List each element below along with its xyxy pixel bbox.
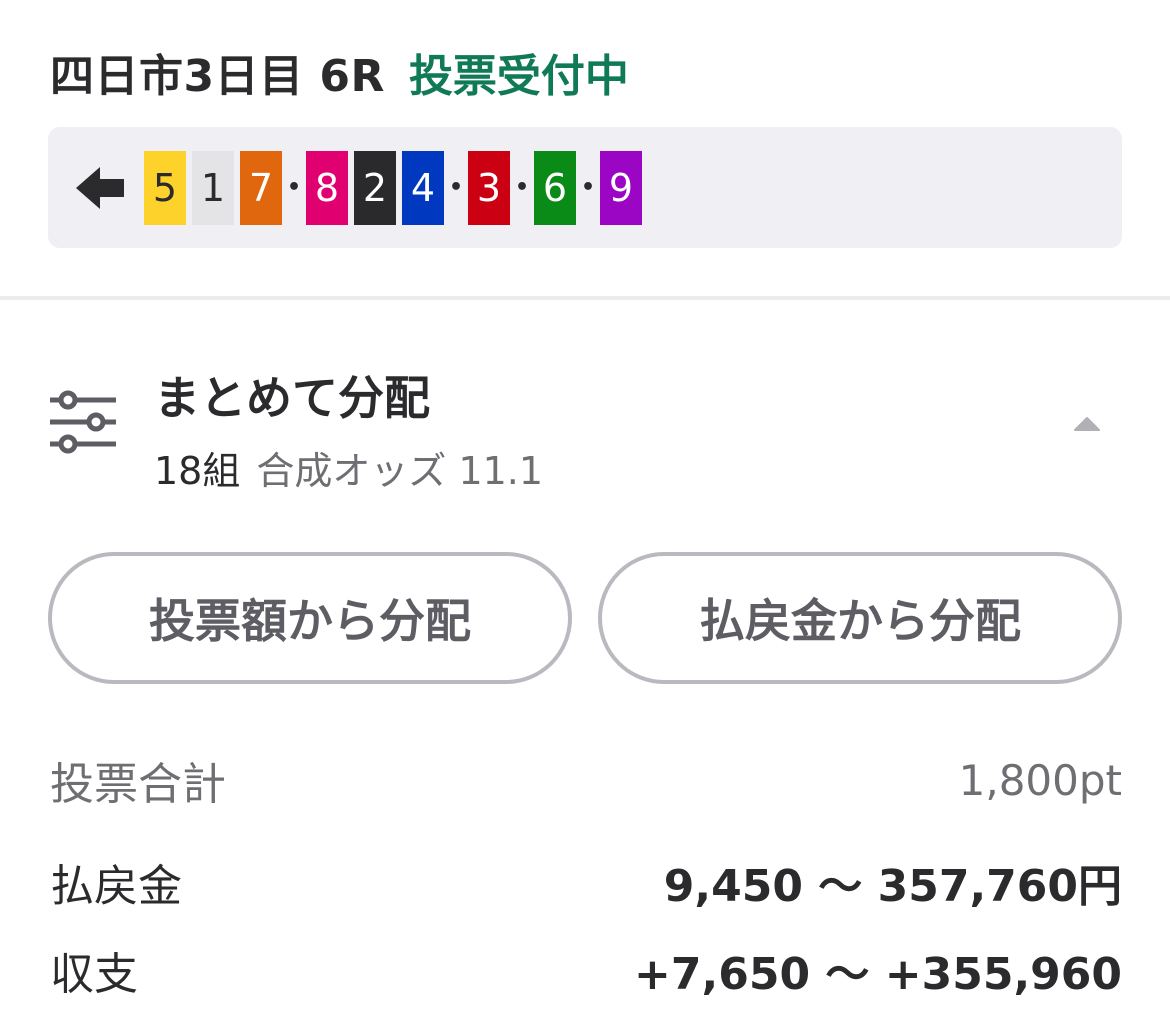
caret-up-icon[interactable] (1072, 414, 1102, 434)
profit-row: 収支 +7,650 〜 +355,960 (50, 938, 1122, 1002)
bike-number-chip: 1 (192, 150, 234, 225)
profit-value: +7,650 〜 +355,960 (634, 949, 1122, 1000)
bike-number-chip: 2 (354, 150, 396, 225)
distribute-by-payout-button[interactable]: 払戻金から分配 (598, 552, 1122, 684)
group-separator: • (580, 175, 596, 200)
bike-number-chip: 5 (144, 150, 186, 225)
group-separator: • (514, 175, 530, 200)
arrow-left-icon[interactable] (70, 158, 130, 218)
bet-combination-box: 5 1 7 • 8 2 4 • 3 • 6 • 9 (48, 127, 1122, 248)
payout-label: 払戻金 (50, 861, 182, 912)
race-header: 四日市3日目 6R 投票受付中 (50, 40, 629, 104)
status-badge: 投票受付中 (408, 51, 629, 102)
distribute-by-stake-button[interactable]: 投票額から分配 (48, 552, 572, 684)
total-stake-row: 投票合計 1,800pt (50, 748, 1122, 812)
race-title: 四日市3日目 6R (50, 51, 385, 102)
payout-row: 払戻金 9,450 〜 357,760円 (50, 850, 1122, 914)
bike-number-chip: 9 (600, 150, 642, 225)
combined-odds: 合成オッズ 11.1 (256, 449, 544, 493)
section-divider (0, 296, 1170, 300)
bike-number-chip: 8 (306, 150, 348, 225)
total-stake-label: 投票合計 (50, 759, 226, 810)
total-stake-value: 1,800pt (958, 755, 1122, 805)
bike-number-chip: 4 (402, 150, 444, 225)
distribution-summary: 18組 合成オッズ 11.1 (154, 440, 543, 495)
payout-value: 9,450 〜 357,760円 (663, 861, 1122, 912)
bet-chips: 5 1 7 • 8 2 4 • 3 • 6 • 9 (144, 150, 642, 225)
bike-number-chip: 7 (240, 150, 282, 225)
sliders-icon (48, 390, 118, 454)
distribution-header[interactable]: まとめて分配 18組 合成オッズ 11.1 (48, 362, 1122, 495)
group-separator: • (448, 175, 464, 200)
distribution-title: まとめて分配 (154, 371, 430, 425)
group-separator: • (286, 175, 302, 200)
bike-number-chip: 6 (534, 150, 576, 225)
profit-label: 収支 (50, 949, 138, 1000)
distribution-buttons: 投票額から分配 払戻金から分配 (48, 552, 1122, 684)
combination-count: 18組 (154, 449, 241, 493)
bike-number-chip: 3 (468, 150, 510, 225)
